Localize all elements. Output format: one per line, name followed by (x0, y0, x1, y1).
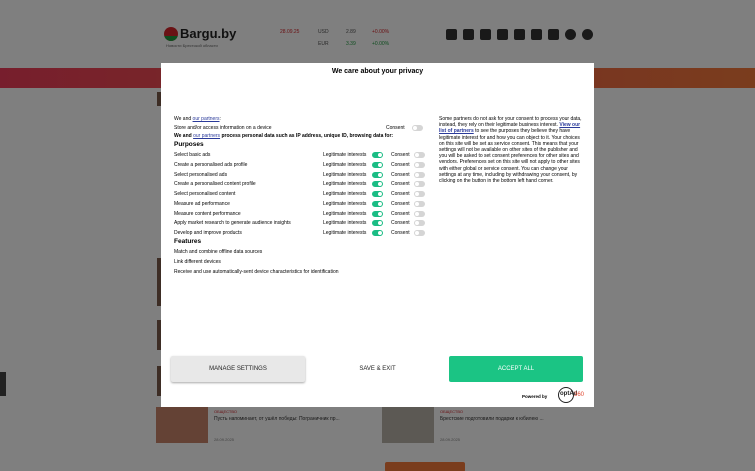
our-partners-link[interactable]: our partners (193, 133, 220, 139)
consent-toggle[interactable] (414, 161, 425, 168)
legitimate-interests-label: Legitimate interests (323, 191, 367, 197)
feature-item: Link different devices (174, 259, 221, 265)
consent-label: Consent (391, 161, 410, 168)
features-title: Features (174, 238, 202, 245)
process-data-line: We and our partners process personal dat… (174, 133, 394, 139)
legitimate-interest-toggle[interactable] (372, 191, 383, 197)
feature-item: Match and combine offline data sources (174, 249, 263, 255)
dialog-title: We care about your privacy (331, 68, 424, 75)
we-and-partners-line: We and our partners: (174, 116, 221, 122)
consent-label: Consent (391, 171, 410, 178)
consent-label: Consent (386, 125, 405, 131)
legitimate-interest-toggle[interactable] (372, 220, 383, 227)
purpose-item: Create a personalised ads profile (174, 161, 248, 168)
purpose-item: Develop and improve products (174, 230, 242, 236)
consent-label: Consent (391, 191, 410, 197)
consent-label: Consent (391, 181, 410, 188)
legitimate-interests-label: Legitimate interests (323, 171, 367, 178)
purpose-item: Measure ad performance (174, 200, 230, 207)
partners-info-text-2: to see the purposes they believe they ha… (439, 128, 580, 185)
purpose-item: Select personalised content (174, 191, 236, 197)
purpose-item: Create a personalised content profile (174, 181, 256, 188)
legitimate-interest-toggle[interactable] (372, 230, 383, 236)
consent-toggle[interactable] (414, 191, 425, 197)
legitimate-interest-toggle[interactable] (372, 210, 383, 217)
legitimate-interests-label: Legitimate interests (323, 181, 367, 188)
feature-item: Receive and use automatically-sent devic… (174, 269, 339, 275)
consent-toggle[interactable] (414, 220, 425, 227)
consent-label: Consent (391, 152, 410, 158)
legitimate-interest-toggle[interactable] (372, 161, 383, 168)
store-access-line: Store and/or access information on a dev… (174, 125, 272, 131)
legitimate-interests-label: Legitimate interests (323, 200, 367, 207)
consent-toggle[interactable] (414, 210, 425, 217)
consent-label: Consent (391, 200, 410, 207)
purpose-item: Measure content performance (174, 210, 241, 217)
optad360-logo: optAd 360 (558, 387, 584, 403)
consent-label: Consent (391, 230, 410, 236)
optad-number: 360 (574, 392, 585, 398)
consent-toggle[interactable] (414, 171, 425, 178)
powered-by-label: Powered by (522, 394, 548, 399)
legitimate-interests-label: Legitimate interests (323, 152, 367, 158)
legitimate-interest-toggle[interactable] (372, 152, 383, 158)
purposes-title: Purposes (174, 141, 204, 148)
accept-all-button[interactable]: ACCEPT ALL (449, 356, 583, 382)
purpose-item: Select basic ads (174, 152, 211, 158)
consent-label: Consent (391, 220, 410, 227)
legitimate-interest-toggle[interactable] (372, 181, 383, 188)
purpose-item: Apply market research to generate audien… (174, 220, 291, 227)
we-and-text: We and (174, 116, 192, 122)
consent-toggle[interactable] (414, 200, 425, 207)
our-partners-link[interactable]: our partners (193, 116, 220, 122)
consent-toggle[interactable] (414, 230, 425, 236)
legitimate-interest-toggle[interactable] (372, 171, 383, 178)
purpose-item: Select personalised ads (174, 171, 228, 178)
consent-toggle[interactable] (414, 181, 425, 188)
save-exit-button[interactable]: SAVE & EXIT (311, 356, 444, 382)
legitimate-interests-label: Legitimate interests (323, 220, 367, 227)
legitimate-interests-label: Legitimate interests (323, 230, 367, 236)
legitimate-interest-toggle[interactable] (372, 200, 383, 207)
partners-info: Some partners do not ask for your consen… (439, 116, 584, 184)
legitimate-interests-label: Legitimate interests (323, 210, 367, 217)
manage-settings-button[interactable]: MANAGE SETTINGS (171, 356, 305, 382)
legitimate-interests-label: Legitimate interests (323, 161, 367, 168)
consent-label: Consent (391, 210, 410, 217)
store-consent-toggle[interactable] (412, 125, 423, 131)
consent-dialog: We care about your privacy We and our pa… (161, 63, 594, 407)
consent-toggle[interactable] (414, 152, 425, 158)
